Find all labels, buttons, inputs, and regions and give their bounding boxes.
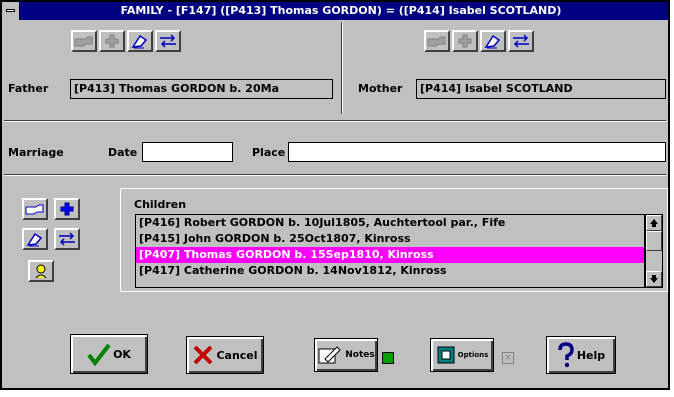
pointing-hand-icon [427,36,446,47]
notes-button[interactable]: Notes [314,338,378,372]
plus-icon [105,34,119,48]
checkmark-icon [87,343,111,366]
mother-swap-button[interactable] [508,30,534,52]
arrow-up-icon [650,219,658,227]
father-edit-button[interactable] [127,30,153,52]
marriage-place-input[interactable] [288,142,666,162]
children-scrollbar[interactable] [645,214,663,288]
marriage-date-input[interactable] [142,142,233,162]
arrow-down-icon [650,275,658,283]
list-item-selected[interactable]: [P407] Thomas GORDON b. 15Sep1810, Kinro… [136,247,644,263]
scroll-down-button[interactable] [646,271,662,287]
add-child-button[interactable] [54,198,80,220]
child-person-button[interactable] [28,260,54,282]
father-add-button [99,30,125,52]
swap-arrows-icon [59,232,75,246]
marriage-label: Marriage [8,146,64,159]
system-menu-button[interactable] [2,2,20,20]
edit-child-button[interactable] [22,228,48,250]
options-checkbox: × [502,352,514,364]
reorder-children-button[interactable] [54,228,80,250]
father-label: Father [8,82,49,95]
children-list[interactable]: [P416] Robert GORDON b. 10Jul1805, Aucht… [135,214,645,288]
mother-point-button [424,30,450,52]
father-field[interactable]: [P413] Thomas GORDON b. 20Ma [70,79,333,99]
plus-icon [458,34,472,48]
scroll-up-button[interactable] [646,215,662,231]
mother-field[interactable]: [P414] Isabel SCOTLAND [416,79,666,99]
notes-label: Notes [345,350,375,360]
mother-add-button [452,30,478,52]
notes-checkbox[interactable] [382,352,394,364]
help-button[interactable]: Help [546,336,616,374]
list-item[interactable]: [P415] John GORDON b. 25Oct1807, Kinross [136,231,644,247]
marriage-place-label: Place [252,146,286,159]
pointing-hand-icon [74,36,93,47]
person-icon [35,264,47,279]
family-dialog: FAMILY - [F147] ([P413] Thomas GORDON) =… [0,0,670,390]
ok-button[interactable]: OK [70,334,148,374]
swap-arrows-icon [513,34,529,48]
options-label: Options [457,351,489,359]
title-bar: FAMILY - [F147] ([P413] Thomas GORDON) =… [2,2,668,20]
help-label: Help [576,348,606,362]
plus-icon [60,202,74,216]
options-button[interactable]: Options [430,338,494,372]
children-label: Children [134,198,187,211]
marriage-separator [4,174,666,176]
list-item[interactable]: [P417] Catherine GORDON b. 14Nov1812, Ki… [136,263,644,279]
scroll-thumb[interactable] [646,231,662,251]
ok-label: OK [113,347,131,361]
question-mark-icon [558,342,574,368]
notepad-pencil-icon [318,346,341,364]
list-item[interactable]: [P416] Robert GORDON b. 10Jul1805, Aucht… [136,215,644,231]
cancel-label: Cancel [216,348,258,362]
swap-arrows-icon [160,34,176,48]
window-title: FAMILY - [F147] ([P413] Thomas GORDON) =… [120,4,562,17]
edit-hand-icon [131,34,148,49]
cancel-button[interactable]: Cancel [186,336,264,374]
father-point-button [71,30,97,52]
x-cross-icon [194,345,213,365]
edit-hand-icon [484,34,501,49]
child-point-button[interactable] [22,198,48,220]
options-icon [437,346,455,364]
mother-label: Mother [358,82,403,95]
parents-separator [4,120,666,122]
edit-hand-icon [26,232,43,247]
mother-edit-button[interactable] [480,30,506,52]
marriage-date-label: Date [108,146,138,159]
father-swap-button[interactable] [155,30,181,52]
parents-divider [341,22,343,114]
pointing-hand-icon [25,204,44,215]
